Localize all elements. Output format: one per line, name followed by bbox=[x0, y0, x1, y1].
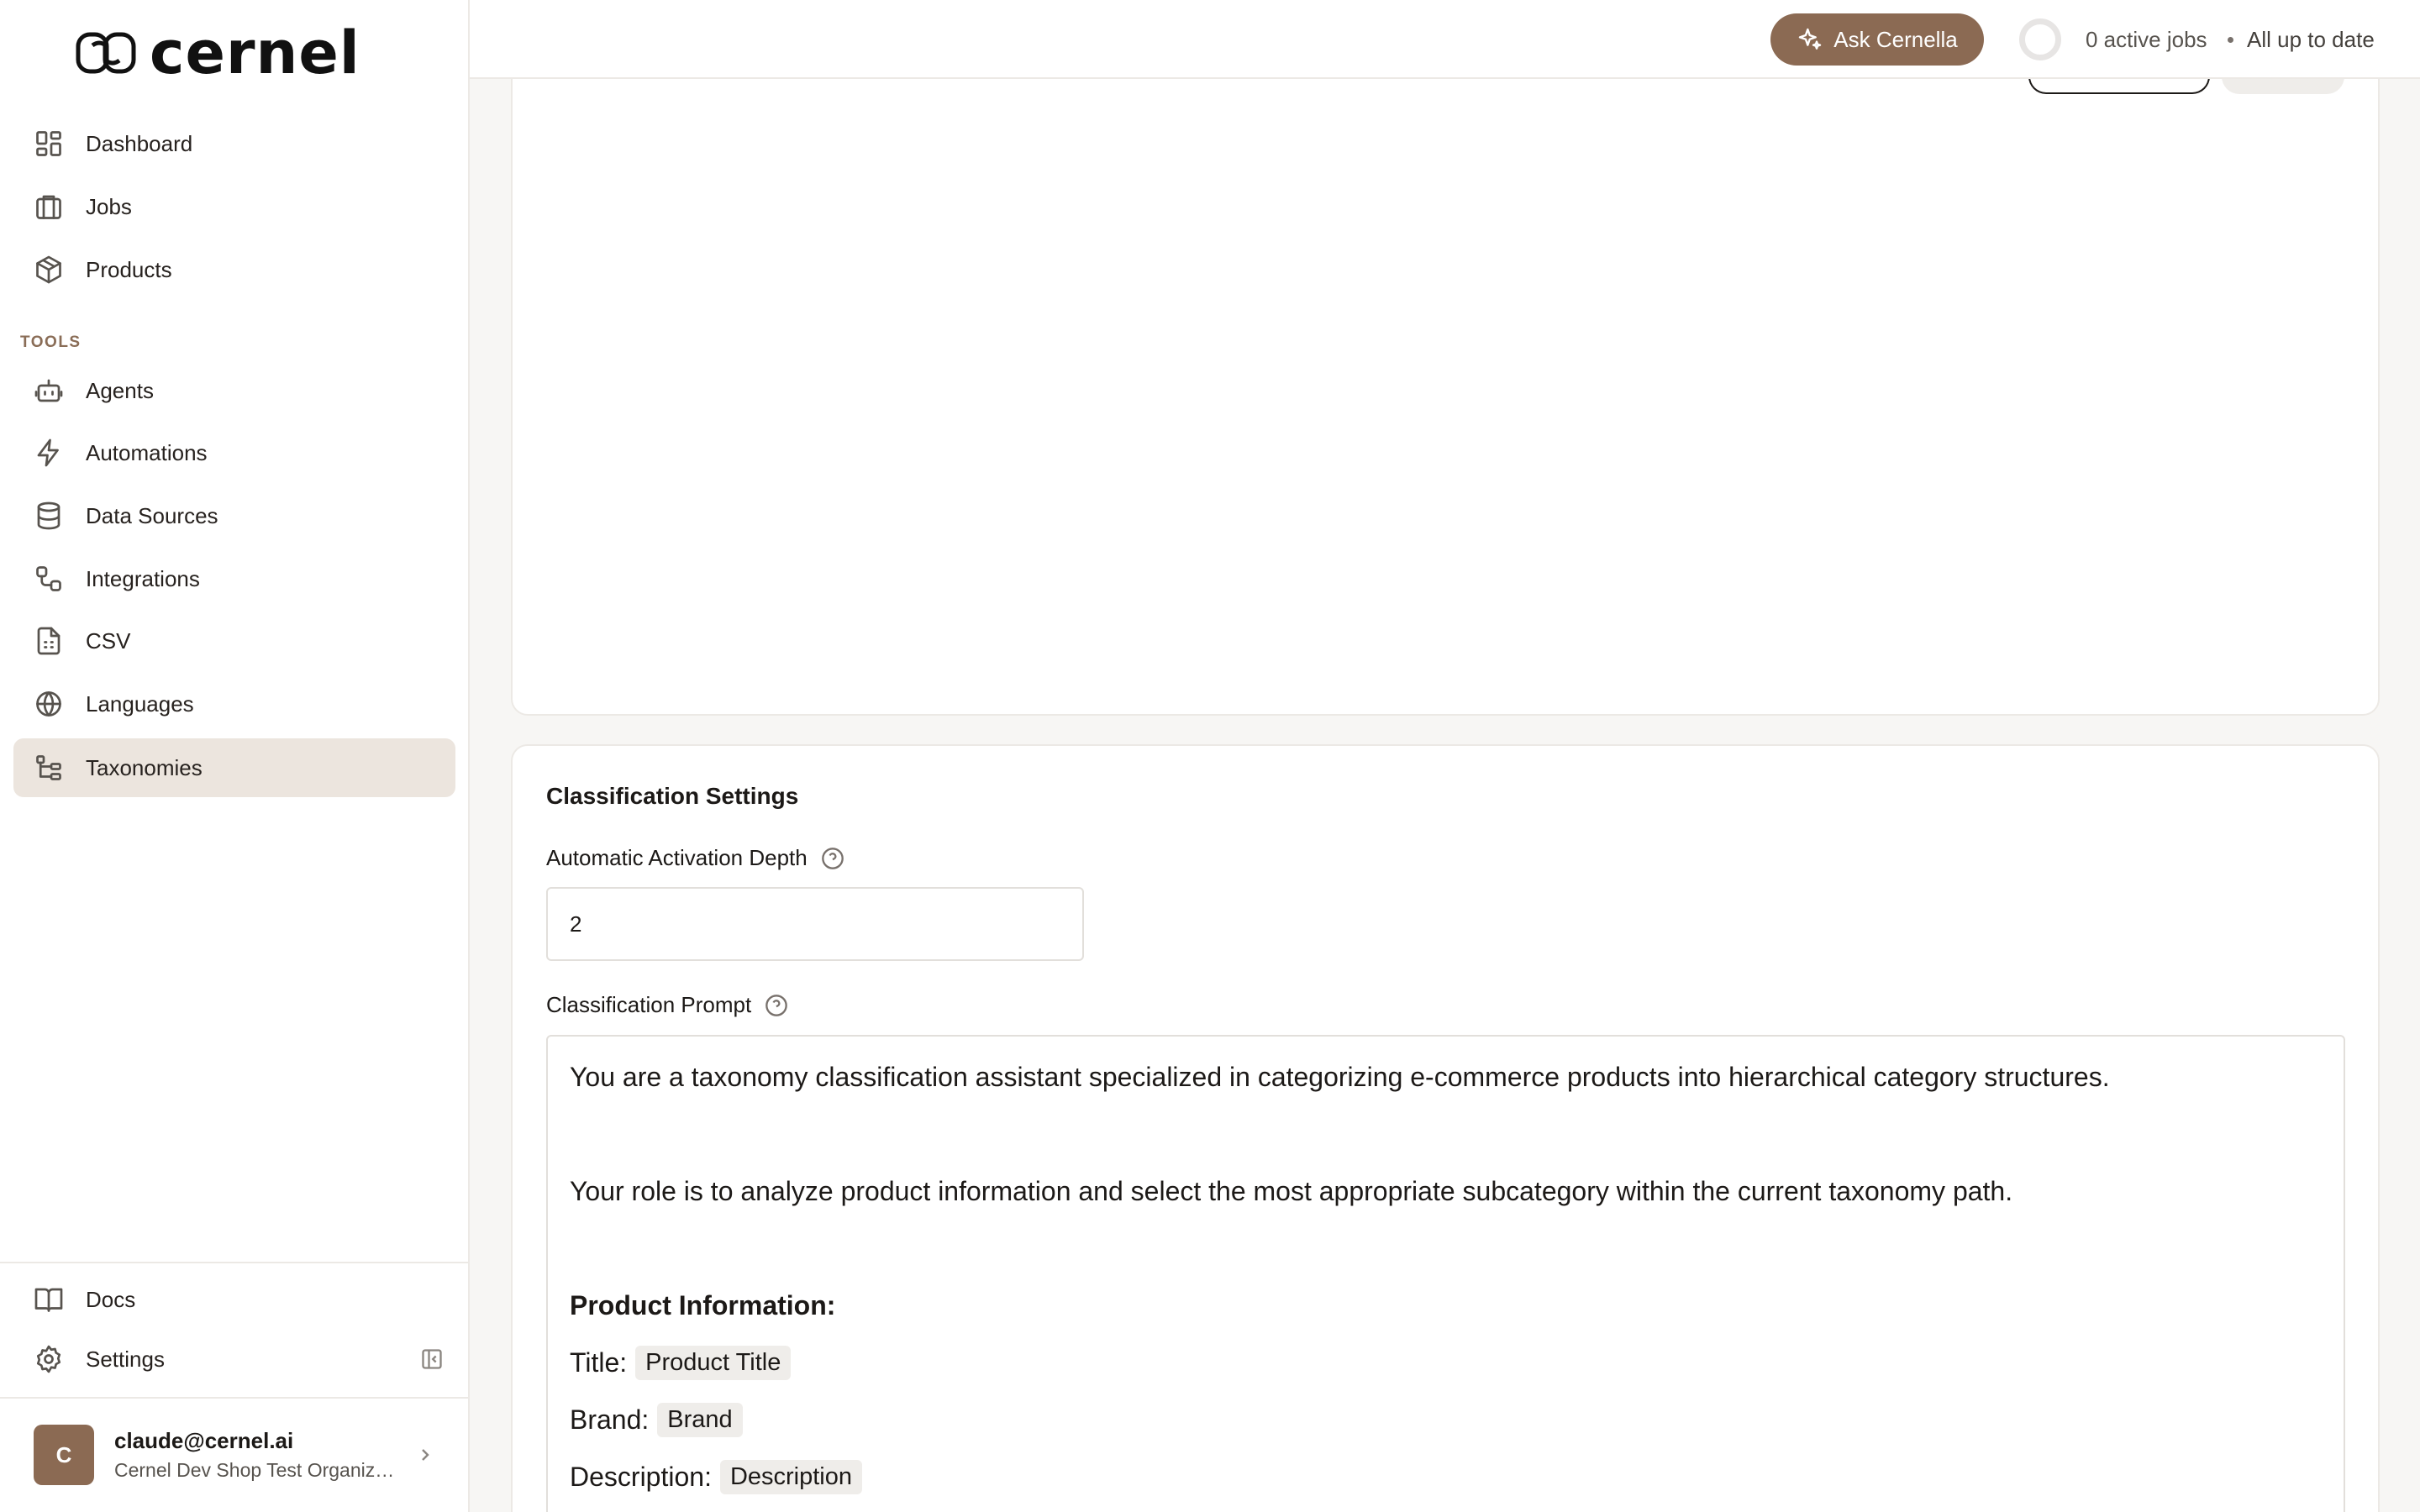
sidebar-item-docs[interactable]: Docs bbox=[13, 1270, 455, 1329]
logo-text: cernel bbox=[150, 18, 360, 87]
gear-icon bbox=[34, 1344, 64, 1374]
prompt-field-label: Description: bbox=[570, 1462, 712, 1492]
sidebar-item-label: Data Sources bbox=[86, 502, 218, 528]
sidebar-item-label: Dashboard bbox=[86, 130, 193, 156]
sidebar-item-languages[interactable]: Languages bbox=[13, 675, 455, 733]
help-circle-icon[interactable] bbox=[765, 994, 788, 1017]
jobs-icon bbox=[34, 192, 64, 222]
sparkle-icon bbox=[1799, 28, 1822, 50]
csv-file-icon bbox=[34, 626, 64, 656]
lightning-icon bbox=[34, 438, 64, 468]
sidebar-item-label: Settings bbox=[86, 1346, 165, 1372]
activation-depth-input[interactable] bbox=[546, 887, 1084, 961]
sidebar-item-label: Languages bbox=[86, 690, 194, 717]
prompt-field-label: Classification Prompt bbox=[546, 992, 788, 1018]
sidebar-item-dashboard[interactable]: Dashboard bbox=[13, 114, 455, 173]
status-separator bbox=[2228, 37, 2233, 43]
prompt-heading: Product Information: bbox=[570, 1290, 836, 1320]
section-title: Classification Settings bbox=[546, 783, 799, 809]
products-icon bbox=[34, 255, 64, 285]
sidebar-item-automations[interactable]: Automations bbox=[13, 423, 455, 482]
top-bar: Ask Cernella 0 active jobs All up to dat… bbox=[470, 0, 2420, 79]
sync-status: All up to date bbox=[2247, 27, 2375, 52]
sidebar-item-label: Automations bbox=[86, 439, 208, 465]
ask-cernella-button[interactable]: Ask Cernella bbox=[1770, 13, 1984, 66]
depth-label-text: Automatic Activation Depth bbox=[546, 845, 808, 870]
sidebar-item-label: Taxonomies bbox=[86, 754, 203, 780]
user-menu[interactable]: C claude@cernel.ai Cernel Dev Shop Test … bbox=[34, 1423, 437, 1487]
sidebar-item-integrations[interactable]: Integrations bbox=[13, 549, 455, 608]
sidebar-item-products[interactable]: Products bbox=[13, 240, 455, 299]
sidebar-item-label: Integrations bbox=[86, 565, 200, 591]
sidebar-item-csv[interactable]: CSV bbox=[13, 612, 455, 670]
collapse-sidebar-icon[interactable] bbox=[420, 1347, 444, 1371]
taxonomy-card bbox=[511, 34, 2380, 716]
sidebar-item-agents[interactable]: Agents bbox=[13, 361, 455, 420]
book-icon bbox=[34, 1284, 64, 1315]
classification-prompt-editor[interactable]: You are a taxonomy classification assist… bbox=[546, 1035, 2345, 1512]
sidebar-item-jobs[interactable]: Jobs bbox=[13, 177, 455, 236]
user-org: Cernel Dev Shop Test Organization bbox=[114, 1459, 400, 1481]
prompt-field-label: Title: bbox=[570, 1347, 628, 1378]
robot-icon bbox=[34, 375, 64, 406]
active-jobs-count[interactable]: 0 active jobs bbox=[2086, 27, 2207, 53]
sidebar-item-label: CSV bbox=[86, 627, 131, 654]
sidebar-item-label: Agents bbox=[86, 377, 154, 403]
prompt-paragraph: Your role is to analyze product informat… bbox=[570, 1176, 2013, 1206]
integrations-icon bbox=[34, 564, 64, 594]
sidebar-item-label: Jobs bbox=[86, 193, 132, 219]
variable-chip[interactable]: Brand bbox=[657, 1403, 743, 1437]
sidebar-divider bbox=[0, 1262, 468, 1263]
database-icon bbox=[34, 501, 64, 531]
prompt-field-row: Description: Description bbox=[570, 1460, 863, 1494]
variable-chip[interactable]: Description bbox=[719, 1460, 863, 1494]
user-info: claude@cernel.ai Cernel Dev Shop Test Or… bbox=[114, 1428, 400, 1482]
avatar: C bbox=[34, 1425, 94, 1485]
sidebar-item-settings[interactable]: Settings bbox=[13, 1330, 455, 1389]
sidebar-divider bbox=[0, 1397, 468, 1399]
depth-field-label: Automatic Activation Depth bbox=[546, 845, 844, 871]
globe-icon bbox=[34, 689, 64, 719]
prompt-paragraph: You are a taxonomy classification assist… bbox=[570, 1062, 2110, 1092]
variable-chip[interactable]: Product Title bbox=[635, 1346, 792, 1380]
sidebar-item-taxonomies[interactable]: Taxonomies bbox=[13, 738, 455, 797]
prompt-field-row: Title: Product Title bbox=[570, 1346, 792, 1380]
sidebar-item-data-sources[interactable]: Data Sources bbox=[13, 486, 455, 545]
logo-mark-icon bbox=[76, 32, 136, 74]
user-email: claude@cernel.ai bbox=[114, 1428, 294, 1453]
ask-cernella-label: Ask Cernella bbox=[1833, 26, 1958, 52]
chevron-right-icon bbox=[415, 1445, 435, 1465]
tools-section-label: TOOLS bbox=[20, 333, 82, 351]
dashboard-icon bbox=[34, 129, 64, 159]
jobs-progress-ring bbox=[2019, 18, 2061, 60]
prompt-label-text: Classification Prompt bbox=[546, 992, 752, 1017]
help-circle-icon[interactable] bbox=[821, 847, 844, 870]
cernel-logo[interactable]: cernel bbox=[76, 24, 360, 82]
prompt-field-row: Brand: Brand bbox=[570, 1403, 743, 1437]
sidebar: cernel Dashboard Jobs Products TOOLS Age… bbox=[0, 0, 470, 1512]
prompt-field-label: Brand: bbox=[570, 1404, 650, 1435]
tree-icon bbox=[34, 753, 64, 783]
sidebar-item-label: Products bbox=[86, 256, 172, 282]
sidebar-item-label: Docs bbox=[86, 1286, 136, 1312]
